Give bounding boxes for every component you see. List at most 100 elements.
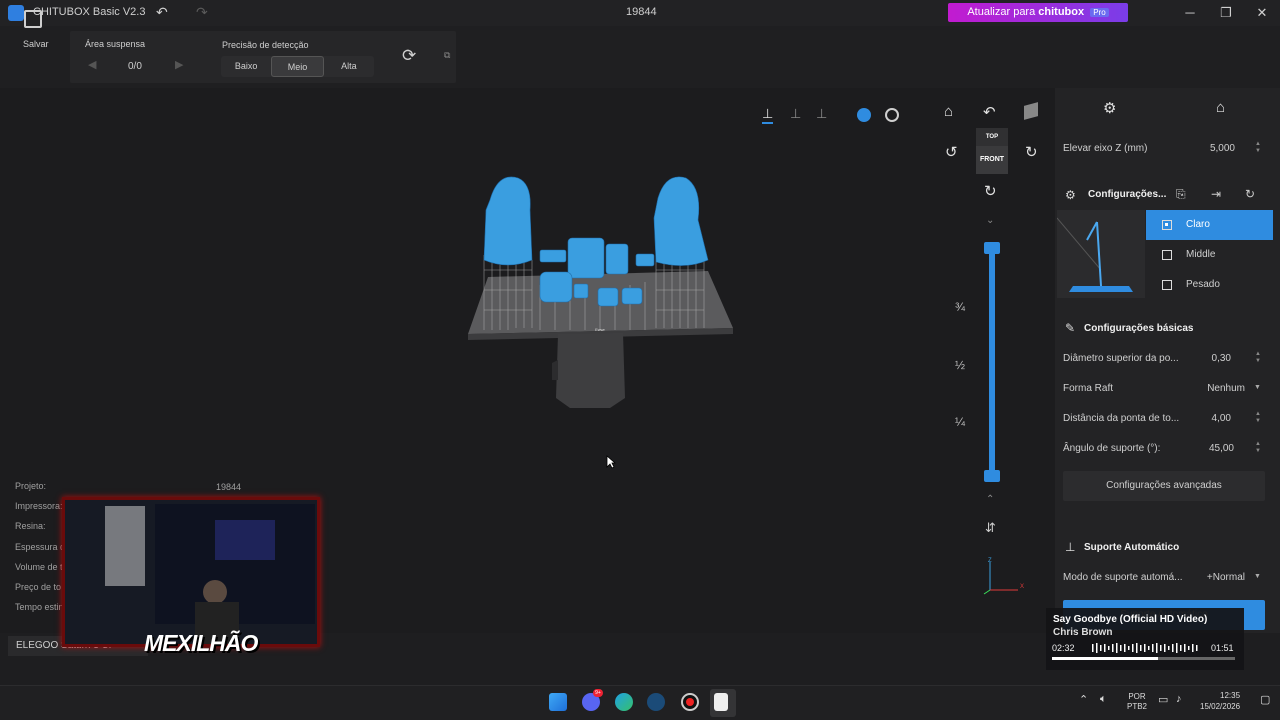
layer-slider-top-handle[interactable] [984, 242, 1000, 254]
layer-slider-bottom-handle[interactable] [984, 470, 1000, 482]
steam-icon[interactable] [647, 693, 665, 711]
tip-distance-input[interactable]: 4,00 [1195, 413, 1231, 424]
support-angle-stepper[interactable]: ▲ ▼ [1255, 441, 1261, 455]
chitubox-logo-icon [8, 5, 24, 21]
precision-selector: Baixo Meio Alta [221, 56, 374, 77]
rotate-cw-icon[interactable]: ↻ [1025, 143, 1038, 161]
song-remaining: 01:51 [1211, 643, 1234, 653]
pro-badge: Pro [1090, 8, 1109, 17]
language-indicator[interactable]: POR PTB2 [1127, 692, 1147, 712]
chevron-down-icon[interactable]: ⌄ [986, 215, 994, 226]
project-value: 19844 [216, 482, 242, 492]
precision-low[interactable]: Baixo [221, 56, 271, 77]
auto-support-title: Suporte Automático [1084, 542, 1180, 553]
support-preview-image [1057, 210, 1145, 298]
magic-wand-icon: ✎ [1065, 321, 1076, 335]
previous-area-icon[interactable]: ◀ [88, 58, 96, 71]
volume-label: Volume de t [15, 562, 63, 572]
tab-support-icon[interactable]: ⌂ [1216, 99, 1225, 116]
close-icon[interactable]: ✕ [1250, 3, 1274, 23]
upgrade-brand: chitubox [1038, 6, 1085, 18]
save-label[interactable]: Salvar [23, 39, 49, 49]
auto-mode-dropdown-icon[interactable]: ▼ [1254, 573, 1261, 580]
project-label: Projeto: [15, 481, 47, 491]
save-icon[interactable] [24, 10, 42, 28]
auto-mode-select[interactable]: +Normal [1195, 572, 1245, 583]
preset-middle-label: Middle [1186, 249, 1216, 260]
layer-slider-track[interactable] [989, 247, 995, 477]
obs-record-icon[interactable] [681, 693, 699, 711]
clock-date: 15/02/2026 [1200, 702, 1241, 711]
home-view-icon[interactable]: ⌂ [944, 103, 953, 120]
raft-select[interactable]: Nenhum [1195, 383, 1245, 394]
redo-icon[interactable]: ↷ [196, 4, 208, 21]
support-tool-1-icon[interactable]: ⊥ [762, 106, 774, 124]
slider-mark-three-quarters: ¾ [955, 300, 966, 314]
support-angle-label: Ângulo de suporte (°): [1063, 443, 1161, 454]
tip-distance-stepper[interactable]: ▲ ▼ [1255, 411, 1261, 425]
refresh-detection-icon[interactable]: ⟳ [402, 46, 416, 66]
precision-high[interactable]: Alta [324, 56, 374, 77]
solid-view-icon[interactable] [857, 108, 871, 122]
export-preset-icon[interactable]: ⇥ [1211, 187, 1221, 201]
language-code: POR [1128, 692, 1146, 701]
rotate-ccw-icon[interactable]: ↺ [945, 143, 958, 161]
edge-browser-icon[interactable] [615, 693, 633, 711]
tray-expand-icon[interactable]: ⌃ [1079, 693, 1088, 706]
network-icon[interactable]: ▭ [1158, 693, 1168, 706]
slider-reset-icon[interactable]: ⇵ [985, 520, 996, 536]
restore-icon[interactable]: ❐ [1214, 3, 1238, 23]
import-preset-icon[interactable]: ⎘ [1176, 187, 1186, 202]
windows-start-icon[interactable] [549, 693, 567, 711]
discord-badge: 9+ [593, 689, 603, 697]
top-diameter-stepper[interactable]: ▲ ▼ [1255, 351, 1261, 365]
checkbox-icon [1162, 220, 1172, 230]
auto-mode-label: Modo de suporte automá... [1063, 572, 1183, 583]
minimize-icon[interactable]: ─ [1178, 3, 1202, 23]
advanced-settings-button[interactable]: Configurações avançadas [1063, 471, 1265, 501]
raise-z-input[interactable]: 5,000 [1195, 143, 1235, 154]
precision-label: Precisão de detecção [222, 40, 309, 50]
suspended-area-value: 0/0 [128, 61, 142, 72]
wireframe-view-icon[interactable] [885, 108, 899, 122]
reset-preset-icon[interactable]: ↻ [1245, 187, 1255, 201]
preset-heavy-label: Pesado [1186, 279, 1220, 290]
audio-tray-icon[interactable]: 🔈︎ [1100, 693, 1107, 706]
raft-dropdown-icon[interactable]: ▼ [1254, 384, 1261, 391]
3d-model[interactable]: Ewwr [460, 170, 740, 415]
chitubox-file-icon[interactable] [714, 693, 728, 711]
song-elapsed: 02:32 [1052, 643, 1075, 653]
song-artist: Chris Brown [1053, 627, 1113, 638]
tab-settings-icon[interactable]: ⚙ [1103, 99, 1116, 117]
top-diameter-input[interactable]: 0,30 [1195, 353, 1231, 364]
upgrade-pro-button[interactable]: Atualizar para chitubox Pro [948, 3, 1128, 22]
rotate-view-icon[interactable]: ↶ [983, 103, 996, 121]
support-angle-input[interactable]: 45,00 [1195, 443, 1234, 454]
view-cube-front[interactable]: FRONT [976, 146, 1008, 174]
expand-icon[interactable]: ⧉ [444, 50, 450, 61]
support-tool-3-icon[interactable]: ⊥ [816, 106, 827, 122]
axis-gizmo-icon: Z X [983, 558, 1024, 595]
preset-light[interactable]: Claro [1146, 210, 1273, 240]
notifications-icon[interactable]: ▢ [1260, 693, 1270, 706]
clock[interactable]: 12:35 15/02/2026 [1200, 690, 1240, 712]
undo-icon[interactable]: ↶ [156, 4, 168, 21]
app-title: CHITUBOX Basic V2.3 [33, 6, 146, 18]
precision-medium[interactable]: Meio [271, 56, 324, 77]
support-tool-2-icon[interactable]: ⊥ [790, 106, 801, 122]
view-cube-top[interactable]: TOP [976, 128, 1008, 146]
support-icon: ⊥ [1065, 540, 1076, 554]
keyboard-layout: PTB2 [1127, 702, 1148, 711]
spin-view-icon[interactable]: ↻ [984, 182, 997, 200]
preset-heavy[interactable]: Pesado [1146, 270, 1273, 300]
volume-icon[interactable]: ♪ [1176, 693, 1182, 705]
chevron-up-icon[interactable]: ⌃ [986, 494, 994, 505]
next-area-icon[interactable]: ▶ [175, 58, 183, 71]
raise-z-label: Elevar eixo Z (mm) [1063, 143, 1148, 154]
clock-time: 12:35 [1220, 691, 1241, 700]
time-estimate-label: Tempo estin [15, 602, 64, 612]
preset-middle[interactable]: Middle [1146, 240, 1273, 270]
raise-z-stepper[interactable]: ▲ ▼ [1255, 141, 1261, 155]
slider-mark-quarter: ¼ [955, 415, 966, 429]
webcam-scene [65, 500, 317, 644]
